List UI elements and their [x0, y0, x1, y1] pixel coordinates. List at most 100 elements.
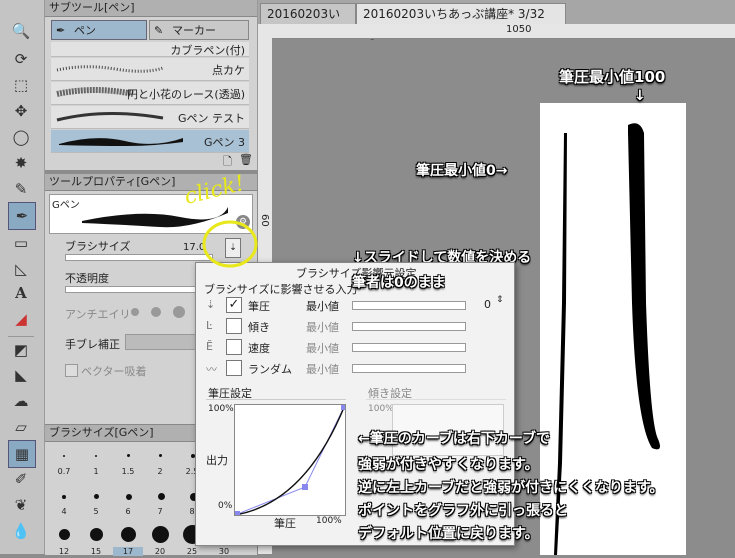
tab-document-2[interactable]: 20160203いちあっぷ講座* 3/32 ● — [356, 3, 566, 41]
stroke-min100 — [628, 123, 660, 450]
trash-icon[interactable]: 🗑 — [239, 153, 253, 166]
pressure-min-value: 0 — [484, 298, 491, 311]
curve-control-point — [302, 484, 308, 490]
tab-marker-label: マーカー — [172, 24, 216, 37]
opacity-slider[interactable] — [65, 286, 213, 293]
text-icon[interactable]: A — [8, 280, 34, 306]
brush-size-option[interactable]: 30 — [209, 547, 239, 556]
subtool-title: サブツール[ペン] — [45, 0, 257, 17]
marker-icon: ✎ — [154, 24, 164, 37]
tilt-checkbox[interactable] — [226, 318, 242, 334]
brush-size-option[interactable]: 5 — [81, 507, 111, 516]
list-item[interactable]: 円と小花のレース(透過) — [51, 82, 249, 105]
curve-x-right: 100% — [316, 516, 342, 526]
row-random[interactable]: 〰 ランダム 最小値 — [196, 358, 514, 378]
tab-document-1[interactable]: 20160203い ✖ — [260, 3, 356, 41]
brush-size-option[interactable]: 2 — [145, 467, 175, 476]
subtool-panel: サブツール[ペン] ✒ ペン ✎ マーカー カブラペン(付) 点カケ 円と小花の… — [45, 0, 258, 170]
move-icon[interactable]: ✥ — [8, 98, 34, 124]
annotation-min100: 筆圧最小値100 — [559, 68, 666, 86]
gradient-icon[interactable]: ◩ — [8, 336, 34, 363]
brush-stroke-preview — [59, 138, 183, 146]
horizontal-ruler[interactable]: 1050 — [258, 24, 735, 39]
document-tabs: 20160203い ✖ 20160203いちあっぷ講座* 3/32 ● — [258, 0, 735, 41]
row-speed[interactable]: Ĕ 速度 最小値 — [196, 337, 514, 357]
lasso-icon[interactable]: ◯ — [8, 124, 34, 150]
eyedropper-icon[interactable]: ✎ — [8, 176, 34, 202]
speed-min-slider[interactable] — [352, 343, 466, 352]
annotation-curve4: ポイントをグラフ外に引っ張ると — [358, 503, 568, 519]
brush-size-option[interactable]: 1 — [81, 467, 111, 476]
vector-checkbox[interactable] — [65, 364, 78, 377]
annotation-slide2: 筆者は0のまま — [352, 275, 446, 291]
random-min-slider[interactable] — [352, 364, 466, 373]
annotation-curve5: デフォルト位置に戻ります。 — [358, 526, 539, 542]
tab-pen[interactable]: ✒ ペン — [51, 20, 147, 40]
curve-y-label: 出力 — [206, 454, 228, 467]
brush-size-option[interactable]: 20 — [145, 547, 175, 556]
tab-label: 20160203いちあっぷ講座* 3/32 — [363, 7, 545, 21]
blend-icon[interactable]: ☁ — [8, 388, 34, 414]
annotation-curve1: ←筆圧のカーブは右下カーブで — [358, 431, 551, 447]
pressure-icon: ⇣ — [206, 298, 216, 311]
brush-icon[interactable]: ▭ — [8, 230, 34, 256]
tab-label: 20160203い — [267, 7, 341, 21]
brush-size-option[interactable]: 0.7 — [49, 467, 79, 476]
list-item[interactable]: カブラペン(付) — [51, 42, 249, 57]
rotate-icon[interactable]: ⟳ — [8, 46, 34, 72]
airbrush-icon[interactable]: ✐ — [8, 466, 34, 492]
tilt-min-slider[interactable] — [352, 322, 466, 331]
pressure-min-slider[interactable] — [352, 301, 466, 310]
spinner-icon[interactable]: ⇕ — [496, 295, 504, 305]
brush-stroke-preview — [56, 111, 164, 122]
brush-size-title-text: ブラシサイズ[Gペン] — [49, 426, 154, 439]
down-arrow-icon: ↓ — [634, 88, 646, 104]
list-item[interactable]: Gペン テスト — [51, 106, 249, 129]
brush-size-option[interactable]: 1.5 — [113, 467, 143, 476]
brush-size-option[interactable]: 25 — [177, 547, 207, 556]
decoration-icon[interactable]: ❦ — [8, 492, 34, 518]
random-label: ランダム — [248, 363, 292, 376]
brush-stroke-preview — [56, 65, 164, 73]
fill-icon[interactable]: ◢ — [8, 306, 34, 332]
pressure-curve-graph[interactable] — [234, 404, 346, 516]
ruler-icon[interactable]: ◺ — [8, 256, 34, 282]
pressure-checkbox[interactable]: ✓ — [226, 297, 242, 313]
pen-icon[interactable]: ✒ — [8, 202, 36, 230]
row-tilt[interactable]: Ŀ 傾き 最小値 — [196, 316, 514, 336]
wand-icon[interactable]: ✸ — [8, 150, 34, 176]
brush-size-option[interactable]: 17 — [113, 547, 143, 556]
marker-icon[interactable]: ▦ — [8, 440, 36, 468]
brush-size-option[interactable]: 4 — [49, 507, 79, 516]
drop-icon[interactable]: 💧 — [8, 518, 34, 544]
pressure-label: 筆圧 — [248, 300, 270, 313]
brush-size-option[interactable]: 7 — [145, 507, 175, 516]
annotation-min0: 筆圧最小値0→ — [416, 163, 508, 179]
brush-preview-label: Gペン — [52, 200, 80, 211]
speed-icon: Ĕ — [206, 340, 213, 353]
magnifier-icon[interactable]: 🔍 — [8, 18, 34, 44]
speed-checkbox[interactable] — [226, 339, 242, 355]
tilt-label: 傾き — [248, 321, 270, 334]
vector-label: ベクター吸着 — [81, 365, 147, 378]
tab-marker[interactable]: ✎ マーカー — [149, 20, 249, 40]
object-icon[interactable]: ⬚ — [8, 72, 34, 98]
list-item[interactable]: 点カケ — [51, 58, 249, 81]
antialias-label: アンチエイリ — [65, 308, 131, 321]
row-pressure[interactable]: ⇣ ✓ 筆圧 最小値 0 ⇕ — [196, 295, 514, 315]
brush-size-option[interactable]: 6 — [113, 507, 143, 516]
stabilize-label: 手ブレ補正 — [65, 338, 120, 351]
pen-icon: ✒ — [56, 24, 66, 37]
brush-label: Gペン テスト — [177, 112, 245, 125]
shape-icon[interactable]: ◣ — [8, 362, 34, 388]
brush-size-option[interactable]: 15 — [81, 547, 111, 556]
tool-property-title-text: ツールプロパティ[Gペン] — [49, 175, 176, 188]
brush-label: Gペン 3 — [203, 136, 245, 149]
curve-start-point — [235, 511, 240, 516]
random-checkbox[interactable] — [226, 360, 242, 376]
brush-size-option[interactable]: 12 — [49, 547, 79, 556]
list-item[interactable]: Gペン 3 — [51, 130, 249, 153]
brush-size-label: ブラシサイズ — [65, 240, 131, 253]
pressure-curve — [234, 404, 346, 516]
eraser-icon[interactable]: ▱ — [8, 414, 34, 440]
